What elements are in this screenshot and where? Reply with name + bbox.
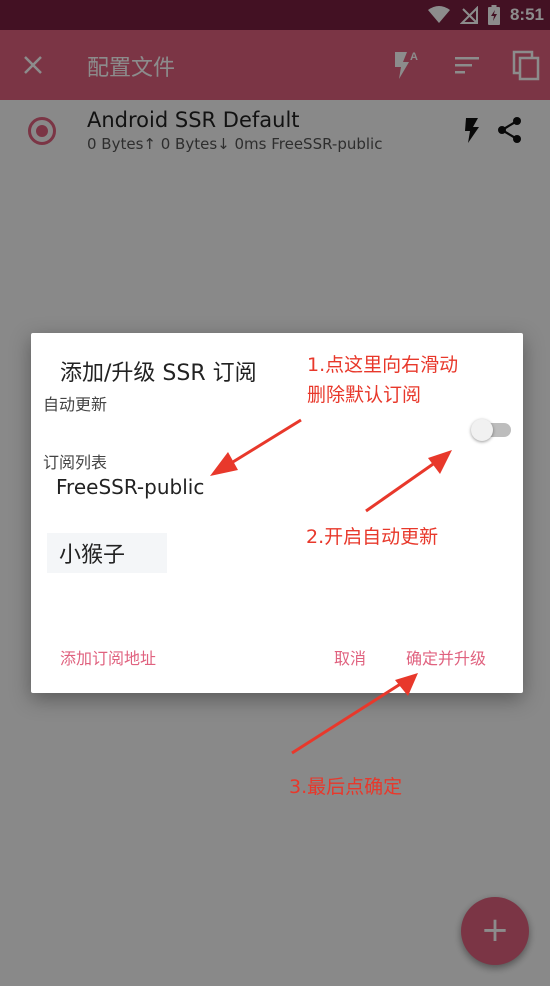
arrow-to-subscription bbox=[210, 418, 302, 476]
arrow-to-switch bbox=[365, 450, 452, 513]
annotation-step1-line1: 1.点这里向右滑动 bbox=[307, 354, 459, 376]
annotation-step1: 1.点这里向右滑动 删除默认订阅 bbox=[307, 350, 458, 410]
arrow-to-confirm bbox=[291, 673, 418, 755]
annotation-step3: 3.最后点确定 bbox=[289, 776, 403, 798]
annotation-step2: 2.开启自动更新 bbox=[306, 526, 439, 548]
annotation-arrows bbox=[210, 418, 452, 755]
annotation-step1-line2: 删除默认订阅 bbox=[307, 384, 422, 406]
